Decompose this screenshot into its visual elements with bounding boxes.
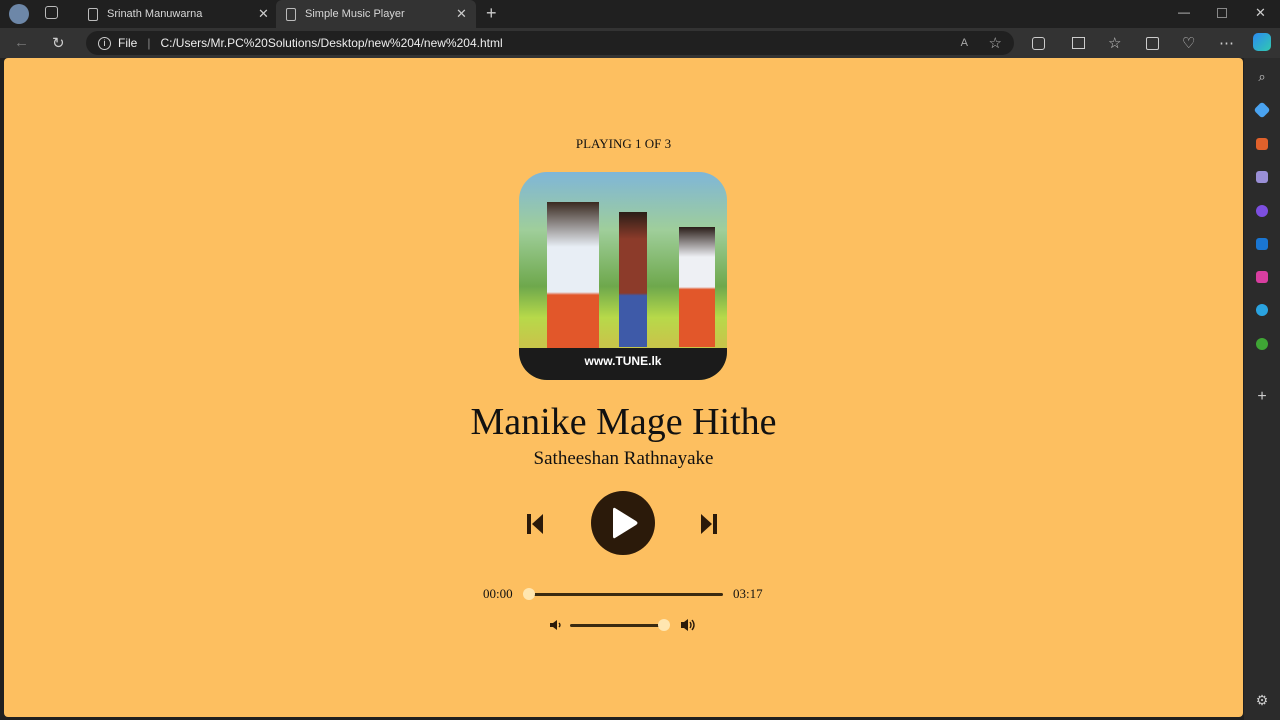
new-tab-icon[interactable]: + [486, 3, 497, 24]
extensions-icon[interactable] [1032, 37, 1045, 50]
art-watermark: www.TUNE.lk [519, 348, 727, 380]
designer-icon[interactable] [1244, 266, 1280, 288]
previous-triangle-icon [532, 514, 543, 534]
restore-icon[interactable] [1217, 8, 1227, 18]
next-bar [713, 514, 717, 534]
close-window-icon[interactable]: ✕ [1255, 5, 1266, 21]
figure-left [547, 202, 599, 352]
duration: 03:17 [733, 586, 763, 601]
back-icon[interactable]: ← [14, 34, 29, 51]
scheme-label: File [118, 36, 138, 50]
favorites-icon[interactable]: ☆ [1108, 34, 1121, 52]
add-sidebar-app-icon[interactable]: + [1244, 386, 1280, 408]
close-tab-icon[interactable]: ✕ [456, 6, 467, 22]
outlook-icon[interactable] [1244, 233, 1280, 255]
shopping-icon[interactable] [1244, 99, 1280, 121]
microsoft-365-icon[interactable] [1244, 200, 1280, 222]
tab-simple-music-player[interactable]: Simple Music Player ✕ [276, 0, 476, 28]
search-icon[interactable]: ⌕ [1244, 66, 1280, 88]
figure-right [679, 227, 715, 347]
workspaces-icon[interactable] [45, 6, 58, 19]
next-track-button[interactable] [698, 511, 720, 537]
url-text: C:/Users/Mr.PC%20Solutions/Desktop/new%2… [160, 36, 503, 50]
album-art: www.TUNE.lk [519, 172, 727, 380]
track-title: Manike Mage Hithe [470, 401, 777, 443]
profile-avatar-icon[interactable] [9, 4, 29, 24]
page-icon [286, 7, 296, 21]
current-time: 00:00 [483, 586, 513, 601]
previous-track-button[interactable] [524, 511, 546, 537]
tools-icon[interactable] [1244, 133, 1280, 155]
refresh-icon[interactable]: ↻ [52, 34, 65, 52]
play-icon [613, 507, 638, 539]
volume-high-icon[interactable] [680, 617, 697, 633]
collections-icon[interactable] [1146, 37, 1159, 50]
favorite-star-icon[interactable]: ☆ [989, 34, 1002, 52]
tab-title: Simple Music Player [305, 8, 405, 20]
volume-low-icon[interactable] [549, 618, 563, 632]
split-screen-icon[interactable] [1072, 37, 1085, 49]
more-menu-icon[interactable]: ⋯ [1219, 34, 1234, 52]
figure-center [619, 212, 647, 347]
artist-name: Satheeshan Rathnayake [533, 448, 714, 469]
play-button[interactable] [591, 491, 655, 555]
address-bar[interactable]: i File | C:/Users/Mr.PC%20Solutions/Desk… [86, 31, 1014, 55]
volume-slider[interactable] [570, 624, 664, 627]
browser-essentials-icon[interactable]: ♡ [1182, 34, 1195, 52]
volume-slider-thumb[interactable] [658, 619, 670, 631]
next-triangle-icon [701, 514, 712, 534]
seek-slider-thumb[interactable] [523, 588, 535, 600]
tab-srinath-manuwarna[interactable]: Srinath Manuwarna ✕ [78, 0, 274, 28]
previous-bar [527, 514, 531, 534]
read-aloud-icon[interactable]: A [961, 37, 968, 49]
info-icon[interactable]: i [98, 36, 111, 50]
tree-icon[interactable] [1244, 333, 1280, 355]
close-tab-icon[interactable]: ✕ [258, 6, 269, 22]
minimize-icon[interactable]: — [1178, 5, 1190, 19]
page-icon [88, 7, 98, 21]
music-player-page: PLAYING 1 OF 3 www.TUNE.lk Manike Mage H… [4, 58, 1243, 717]
browser-toolbar: ← ↻ i File | C:/Users/Mr.PC%20Solutions/… [0, 28, 1280, 58]
games-icon[interactable] [1244, 166, 1280, 188]
copilot-icon[interactable] [1253, 33, 1271, 51]
sidebar-settings-icon[interactable]: ⚙ [1244, 689, 1280, 711]
seek-slider[interactable] [527, 593, 723, 596]
playing-status: PLAYING 1 OF 3 [575, 136, 672, 151]
edge-sidebar: ⌕ + ⚙ [1244, 58, 1280, 720]
tab-title: Srinath Manuwarna [107, 8, 203, 20]
divider: | [147, 36, 151, 50]
browser-tab-bar: Srinath Manuwarna ✕ Simple Music Player … [0, 0, 1280, 28]
telegram-icon[interactable] [1244, 299, 1280, 321]
